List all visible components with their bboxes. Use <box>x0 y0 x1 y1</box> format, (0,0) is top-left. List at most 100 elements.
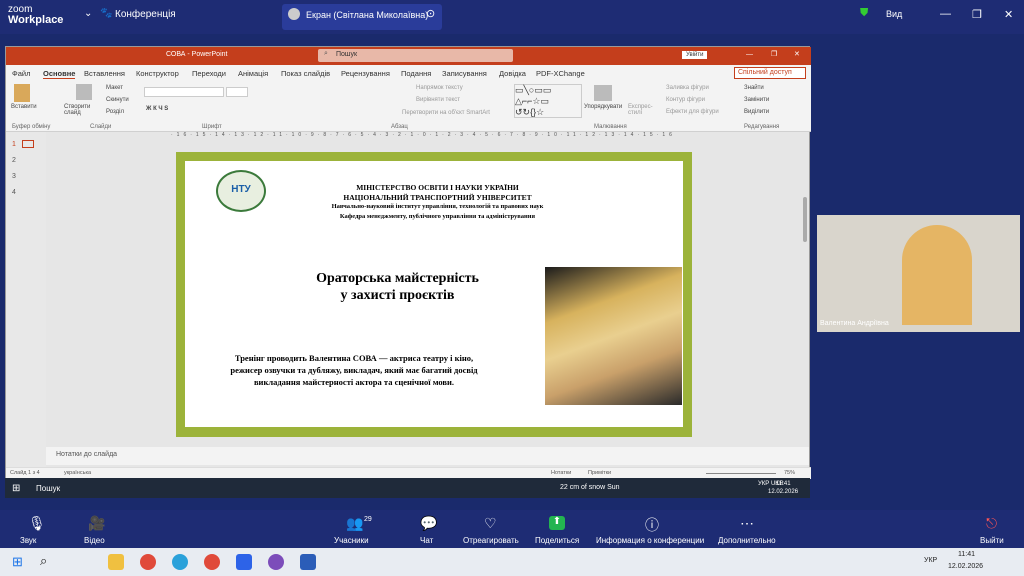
minimize-icon[interactable]: — <box>746 51 753 58</box>
fill-button[interactable]: Заливка фігури <box>666 85 709 91</box>
font-family-select[interactable] <box>144 87 224 97</box>
file-explorer-icon[interactable] <box>108 554 124 570</box>
info-icon[interactable]: ⓘ <box>645 515 659 535</box>
more-icon[interactable]: ⋯ <box>740 515 754 532</box>
tab-record[interactable]: Записування <box>442 69 487 78</box>
zoom-app-icon[interactable] <box>236 554 252 570</box>
chrome-icon[interactable] <box>140 554 156 570</box>
notes-pane[interactable]: Нотатки до слайда <box>46 447 809 465</box>
reset-button[interactable]: Скинути <box>106 97 129 103</box>
slide-thumb-3[interactable]: 3 <box>12 173 16 180</box>
tab-slideshow[interactable]: Показ слайдів <box>281 69 330 78</box>
tab-design[interactable]: Конструктор <box>136 69 179 78</box>
arrange-icon[interactable] <box>594 85 612 101</box>
notes-toggle[interactable]: Нотатки <box>551 470 571 476</box>
styles-button[interactable]: Експрес-стилі <box>628 104 658 116</box>
meeting-info-button[interactable]: Информация о конференции <box>596 536 704 545</box>
new-slide-icon[interactable] <box>76 84 92 100</box>
maximize-icon[interactable]: ❐ <box>771 50 777 58</box>
zoom-logo: zoom Workplace <box>8 4 64 26</box>
new-slide-label[interactable]: Створити слайд <box>64 104 104 116</box>
comments-toggle[interactable]: Примітки <box>588 470 611 476</box>
slide-content: НТУ МІНІСТЕРСТВО ОСВІТИ І НАУКИ УКРАЇНИ … <box>185 161 683 427</box>
maximize-icon[interactable]: ❐ <box>972 8 982 21</box>
text-direction[interactable]: Напрямок тексту <box>416 85 463 91</box>
weather-widget[interactable]: 22 cm of snow Sun <box>560 484 620 491</box>
chat-icon[interactable]: 💬 <box>420 515 437 532</box>
audio-button[interactable]: Звук <box>20 536 36 545</box>
viber-icon[interactable] <box>268 554 284 570</box>
view-button[interactable]: Вид <box>886 9 902 19</box>
effects-button[interactable]: Ефекти для фігури <box>666 109 719 115</box>
tab-home[interactable]: Основне <box>43 69 76 79</box>
language-status[interactable]: українська <box>64 470 91 476</box>
telegram-icon[interactable] <box>172 554 188 570</box>
slide-title-line1: Ораторська майстерність <box>316 271 479 286</box>
smartart-button[interactable]: Перетворити на об'єкт SmartArt <box>402 110 490 116</box>
align-text[interactable]: Вирівняти текст <box>416 97 460 103</box>
tab-pdfxchange[interactable]: PDF-XChange <box>536 69 585 78</box>
windows-start-icon[interactable]: ⊞ <box>12 554 23 570</box>
close-icon[interactable]: ✕ <box>1004 8 1013 21</box>
react-icon[interactable]: ♡ <box>484 515 497 532</box>
paste-icon[interactable] <box>14 84 30 102</box>
participants-button[interactable]: Учасники <box>334 536 369 545</box>
slide-thumb-1[interactable]: 1 <box>12 141 16 148</box>
section-button[interactable]: Розділ <box>106 109 124 115</box>
scrollbar[interactable] <box>803 197 807 242</box>
slide-thumb-4[interactable]: 4 <box>12 189 16 196</box>
share-title: Екран (Світлана Миколаївна) <box>306 10 429 20</box>
arrange-button[interactable]: Упорядкувати <box>584 104 622 110</box>
tab-animation[interactable]: Анімація <box>238 69 268 78</box>
find-button[interactable]: Знайти <box>744 85 764 91</box>
share-button[interactable]: Спільний доступ <box>734 67 806 79</box>
conference-title[interactable]: Конференція <box>115 9 176 20</box>
tab-insert[interactable]: Вставлення <box>84 69 125 78</box>
video-button[interactable]: Відео <box>84 536 105 545</box>
tab-transitions[interactable]: Переходи <box>192 69 226 78</box>
slide[interactable]: НТУ МІНІСТЕРСТВО ОСВІТИ І НАУКИ УКРАЇНИ … <box>176 152 692 437</box>
replace-button[interactable]: Замінити <box>744 97 769 103</box>
leave-icon[interactable]: ⎋ <box>986 515 997 532</box>
minimize-icon[interactable]: — <box>940 8 951 20</box>
share-screen-icon[interactable]: ⬆ <box>549 516 565 530</box>
tab-help[interactable]: Довідка <box>499 69 526 78</box>
paste-label[interactable]: Вставити <box>11 104 37 110</box>
tab-file[interactable]: Файл <box>12 69 30 78</box>
signin-button[interactable]: Увійти <box>682 51 708 59</box>
participants-icon[interactable]: 👥 <box>346 515 363 532</box>
slide-thumb-2[interactable]: 2 <box>12 157 16 164</box>
react-button[interactable]: Отреагировать <box>463 536 519 545</box>
chevron-down-icon[interactable]: ⌄ <box>84 8 92 19</box>
word-icon[interactable] <box>300 554 316 570</box>
shield-icon[interactable]: ⛊ <box>860 7 868 20</box>
chrome-profile-icon[interactable] <box>204 554 220 570</box>
slide-thumb-1-preview[interactable] <box>22 140 34 148</box>
microphone-icon[interactable]: 🎙 <box>28 515 46 532</box>
search-icon[interactable]: ⌕ <box>40 553 47 569</box>
layout-button[interactable]: Макет <box>106 85 123 91</box>
chat-button[interactable]: Чат <box>420 536 433 545</box>
tab-review[interactable]: Рецензування <box>341 69 390 78</box>
share-screen-button[interactable]: Поделиться <box>535 536 579 545</box>
taskbar-lang[interactable]: УКР <box>924 557 937 564</box>
inner-search[interactable]: Пошук <box>36 484 60 493</box>
inner-date: 12.02.2026 <box>768 489 799 495</box>
camera-icon[interactable]: 🎥 <box>88 515 105 532</box>
shapes-gallery[interactable]: ▭╲○▭▭ △⌐⌐☆▭ ↺↻{}☆ <box>514 84 582 118</box>
more-button[interactable]: Дополнительно <box>718 536 776 545</box>
select-button[interactable]: Виділити <box>744 109 769 115</box>
participant-video[interactable] <box>817 215 1020 332</box>
tab-view[interactable]: Подання <box>401 69 431 78</box>
bold-button[interactable]: Ж К Ч S <box>146 106 168 112</box>
close-icon[interactable]: ✕ <box>794 50 800 58</box>
search-input[interactable]: Пошук <box>318 49 513 62</box>
more-icon[interactable]: ⊙ <box>426 7 435 20</box>
document-title: СОВА - PowerPoint <box>166 51 228 58</box>
zoom-level[interactable]: 75% <box>784 470 795 476</box>
leave-button[interactable]: Выйти <box>980 536 1004 545</box>
windows-start-icon[interactable]: ⊞ <box>12 483 20 494</box>
font-size-select[interactable] <box>226 87 248 97</box>
zoom-slider[interactable] <box>706 473 776 474</box>
outline-button[interactable]: Контур фігури <box>666 97 705 103</box>
